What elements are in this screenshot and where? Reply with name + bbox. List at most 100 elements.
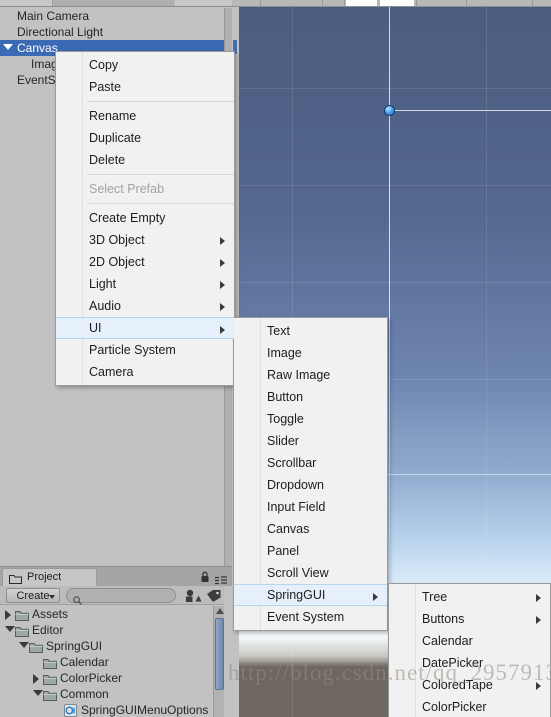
project-item-common[interactable]: Common: [0, 686, 216, 702]
ui-menu-item-toggle[interactable]: Toggle: [234, 408, 387, 430]
project-item-springguimenuoptions[interactable]: SpringGUIMenuOptions: [0, 702, 216, 717]
ui-menu-item-canvas[interactable]: Canvas: [234, 518, 387, 540]
scroll-up-arrow-icon[interactable]: [216, 608, 224, 614]
spring-menu-item-datepicker[interactable]: DatePicker: [389, 652, 550, 674]
menu-item-audio[interactable]: Audio: [56, 295, 234, 317]
menu-item-light[interactable]: Light: [56, 273, 234, 295]
menu-item-label: 3D Object: [89, 233, 145, 247]
hierarchy-item-label: Directional Light: [17, 25, 104, 39]
scene-toolbar-strip: [232, 0, 551, 7]
project-tree[interactable]: Assets Editor SpringGUI Calendar ColorPicker…: [0, 606, 216, 717]
project-item-colorpicker[interactable]: ColorPicker: [0, 670, 216, 686]
ui-menu-item-dropdown[interactable]: Dropdown: [234, 474, 387, 496]
hamburger-menu-icon[interactable]: [215, 572, 228, 585]
expand-triangle-icon[interactable]: [19, 642, 29, 648]
menu-item-copy[interactable]: Copy: [56, 54, 234, 76]
menu-item-label: Copy: [89, 58, 119, 72]
ui-menu-item-image[interactable]: Image: [234, 342, 387, 364]
menu-item-label: Particle System: [89, 343, 176, 357]
spring-menu-item-tree[interactable]: Tree: [389, 586, 550, 608]
ui-menu-item-input-field[interactable]: Input Field: [234, 496, 387, 518]
canvas-anchor-handle[interactable]: [384, 105, 395, 116]
ui-menu-item-event-system[interactable]: Event System: [234, 606, 387, 628]
ui-menu-item-button[interactable]: Button: [234, 386, 387, 408]
ui-menu-item-springgui[interactable]: SpringGUI: [234, 584, 387, 606]
expand-triangle-icon[interactable]: [3, 44, 13, 50]
csharp-script-icon: [64, 704, 77, 717]
submenu-arrow-icon: [220, 237, 225, 245]
collapse-triangle-icon[interactable]: [33, 674, 39, 684]
project-item-label: SpringGUI: [46, 639, 103, 653]
menu-item-paste[interactable]: Paste: [56, 76, 234, 98]
menu-item-label: Slider: [267, 434, 299, 448]
menu-item-label: Raw Image: [267, 368, 331, 382]
project-tab-label: Project: [27, 571, 62, 583]
filter-by-label-button[interactable]: [204, 588, 226, 603]
ui-menu-item-text[interactable]: Text: [234, 320, 387, 342]
menu-item-label: Light: [89, 277, 117, 291]
spring-menu-item-buttons[interactable]: Buttons: [389, 608, 550, 630]
scrollbar-thumb[interactable]: [215, 618, 224, 690]
ui-menu-item-scroll-view[interactable]: Scroll View: [234, 562, 387, 584]
project-panel[interactable]: Project Create Assets Editor SpringGUI C…: [0, 566, 232, 717]
submenu-arrow-icon: [536, 682, 541, 690]
spring-menu-item-colorpicker[interactable]: ColorPicker: [389, 696, 550, 717]
menu-item-label: Panel: [267, 544, 299, 558]
ui-menu-item-panel[interactable]: Panel: [234, 540, 387, 562]
tab-project[interactable]: Project: [2, 568, 97, 586]
expand-triangle-icon[interactable]: [33, 690, 43, 696]
hierarchy-item-directional-light[interactable]: Directional Light: [0, 24, 224, 40]
menu-item-create-empty[interactable]: Create Empty: [56, 207, 234, 229]
menu-item-ui[interactable]: UI: [56, 317, 234, 339]
menu-item-label: Rename: [89, 109, 137, 123]
menu-item-delete[interactable]: Delete: [56, 149, 234, 171]
project-tab-bar: Project: [0, 567, 232, 586]
folder-icon: [15, 609, 29, 621]
menu-item-label: Canvas: [267, 522, 310, 536]
menu-item-label: Calendar: [422, 634, 473, 648]
ui-submenu[interactable]: Text Image Raw Image Button Toggle Slider Scro…: [233, 317, 388, 631]
menu-item-label: ColoredTape: [422, 678, 493, 692]
folder-icon: [29, 641, 43, 653]
menu-separator: [87, 203, 234, 204]
search-box[interactable]: [66, 588, 176, 605]
filter-by-type-button[interactable]: [182, 588, 204, 603]
project-scrollbar[interactable]: [213, 606, 224, 717]
spring-menu-item-coloredtape[interactable]: ColoredTape: [389, 674, 550, 696]
lock-icon[interactable]: [200, 570, 210, 582]
menu-item-3d-object[interactable]: 3D Object: [56, 229, 234, 251]
project-item-calendar[interactable]: Calendar: [0, 654, 216, 670]
expand-triangle-icon[interactable]: [5, 626, 15, 632]
springgui-submenu[interactable]: Tree Buttons Calendar DatePicker ColoredTape…: [388, 583, 551, 717]
menu-item-duplicate[interactable]: Duplicate: [56, 127, 234, 149]
spring-menu-item-calendar[interactable]: Calendar: [389, 630, 550, 652]
folder-icon: [9, 573, 22, 584]
menu-item-camera[interactable]: Camera: [56, 361, 234, 383]
project-item-springgui[interactable]: SpringGUI: [0, 638, 216, 654]
project-item-label: ColorPicker: [60, 671, 123, 685]
project-item-editor[interactable]: Editor: [0, 622, 216, 638]
menu-item-label: Delete: [89, 153, 126, 167]
hierarchy-item-main-camera[interactable]: Main Camera: [0, 8, 224, 24]
menu-item-2d-object[interactable]: 2D Object: [56, 251, 234, 273]
menu-item-label: Text: [267, 324, 290, 338]
create-button[interactable]: Create: [6, 588, 60, 603]
menu-item-label: Create Empty: [89, 211, 166, 225]
menu-item-label: Scrollbar: [267, 456, 317, 470]
ui-menu-item-scrollbar[interactable]: Scrollbar: [234, 452, 387, 474]
collapse-triangle-icon[interactable]: [5, 610, 11, 620]
submenu-arrow-icon: [220, 326, 225, 334]
ui-menu-item-slider[interactable]: Slider: [234, 430, 387, 452]
project-item-label: Assets: [32, 607, 69, 621]
menu-item-label: 2D Object: [89, 255, 145, 269]
project-toolbar: Create: [0, 586, 232, 605]
search-input[interactable]: [86, 589, 170, 602]
menu-item-rename[interactable]: Rename: [56, 105, 234, 127]
project-item-assets[interactable]: Assets: [0, 606, 216, 622]
hierarchy-context-menu[interactable]: Copy Paste Rename Duplicate Delete Select Pre…: [55, 51, 235, 386]
menu-item-label: Tree: [422, 590, 448, 604]
search-icon: [73, 592, 82, 605]
menu-item-select-prefab: Select Prefab: [56, 178, 234, 200]
ui-menu-item-raw-image[interactable]: Raw Image: [234, 364, 387, 386]
menu-item-particle-system[interactable]: Particle System: [56, 339, 234, 361]
